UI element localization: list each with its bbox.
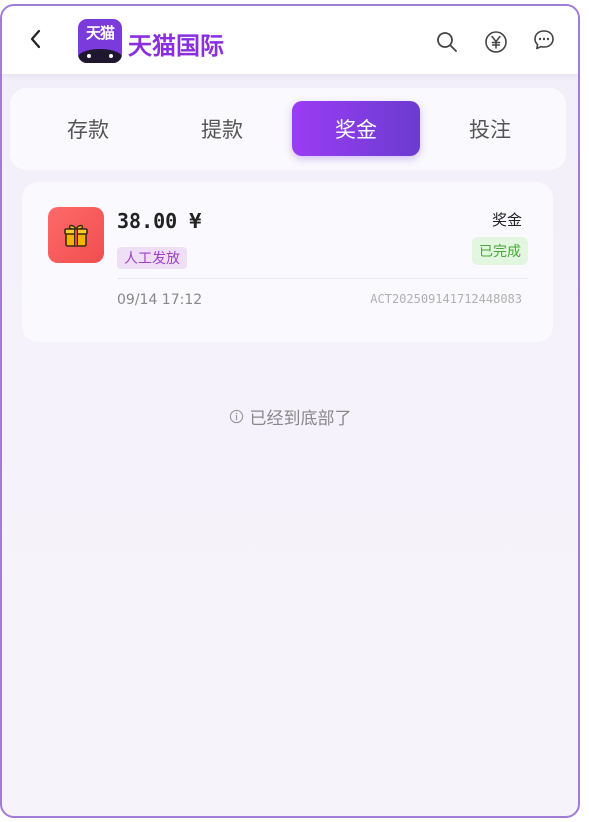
- search-icon: [437, 32, 457, 52]
- tab-bets[interactable]: 投注: [426, 101, 554, 156]
- back-button[interactable]: [24, 26, 48, 52]
- gift-icon: [64, 224, 88, 247]
- tab-deposit[interactable]: 存款: [24, 101, 152, 156]
- currency-button[interactable]: [484, 30, 508, 54]
- status-badge: 已完成: [472, 237, 528, 265]
- message-icon: [534, 30, 554, 50]
- logo-text: 天猫: [85, 24, 115, 42]
- brand-logo: 天猫: [78, 19, 122, 63]
- brand-name: 天猫国际: [128, 32, 224, 60]
- yuan-icon: [485, 31, 507, 53]
- record-source-tag: 人工发放: [117, 247, 187, 269]
- card-divider: [117, 278, 528, 279]
- record-time: 09/14 17:12: [117, 292, 203, 308]
- record-order-number: ACT202509141712448083: [370, 292, 522, 306]
- record-card[interactable]: 38.00 ¥ 人工发放 奖金 已完成 09/14 17:12 ACT20250…: [22, 182, 553, 342]
- tab-withdraw[interactable]: 提款: [158, 101, 286, 156]
- end-of-list: 已经到底部了: [2, 404, 578, 429]
- search-button[interactable]: [435, 30, 459, 54]
- logo-cat-face: [78, 49, 122, 63]
- back-icon: [30, 29, 41, 49]
- message-button[interactable]: [532, 28, 556, 52]
- app-frame: 天猫 天猫国际 存款 提款 奖金 投注 38.00 ¥ 人工发放 奖金 已完成 …: [0, 4, 580, 818]
- end-of-list-text: 已经到底部了: [249, 409, 352, 429]
- tab-bonus[interactable]: 奖金: [292, 101, 420, 156]
- header: 天猫 天猫国际: [2, 6, 578, 74]
- record-amount: 38.00 ¥: [117, 209, 202, 233]
- record-type: 奖金: [491, 211, 522, 229]
- tab-bar: 存款 提款 奖金 投注: [10, 88, 566, 170]
- gift-badge: [48, 207, 104, 263]
- info-icon: [229, 409, 243, 424]
